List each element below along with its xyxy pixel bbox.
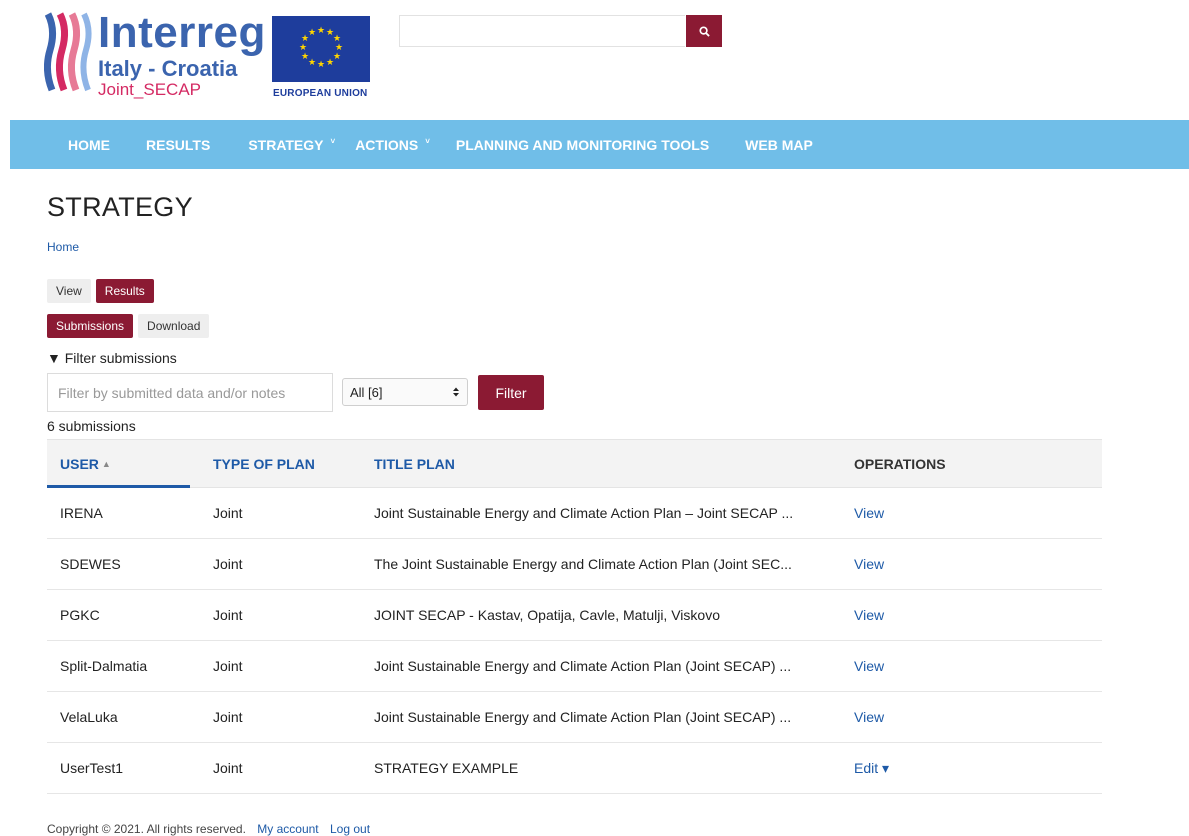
svg-text:★: ★	[333, 52, 341, 62]
cell-type: Joint	[213, 607, 243, 623]
footer-copyright: Copyright © 2021. All rights reserved.	[47, 822, 246, 836]
eu-label: EUROPEAN UNION	[273, 88, 368, 99]
nav-web-map[interactable]: WEB MAP	[745, 137, 813, 153]
svg-text:★: ★	[308, 58, 316, 68]
col-title-plan[interactable]: TITLE PLAN	[374, 456, 455, 472]
select-arrows-icon	[453, 387, 459, 397]
view-link[interactable]: View	[854, 556, 884, 572]
eu-flag-icon: ★ ★ ★ ★ ★ ★ ★ ★ ★ ★ ★ ★	[272, 16, 370, 82]
nav-home[interactable]: HOME	[68, 137, 110, 153]
logo-subtitle: Italy - Croatia	[98, 56, 238, 81]
primary-tabs: View Results	[47, 279, 154, 303]
search-button[interactable]	[686, 15, 722, 47]
cell-title: STRATEGY EXAMPLE	[374, 760, 519, 776]
logo-project: Joint_SECAP	[98, 80, 201, 99]
tab-view[interactable]: View	[47, 279, 91, 303]
nav-planning-label: PLANNING AND MONITORING TOOLS	[455, 136, 710, 153]
caret-down-icon: ˅	[425, 137, 430, 146]
cell-type: Joint	[213, 760, 243, 776]
cell-type: Joint	[213, 556, 243, 572]
page-title: STRATEGY	[47, 192, 193, 222]
edit-dropdown-link[interactable]: Edit ▾	[854, 760, 889, 777]
nav-home-label: HOME	[68, 136, 110, 153]
view-link[interactable]: View	[854, 658, 884, 674]
col-type-of-plan[interactable]: TYPE OF PLAN	[213, 456, 315, 472]
nav-actions[interactable]: ACTIONS ˅	[355, 137, 430, 153]
cell-type: Joint	[213, 658, 243, 674]
table-header: USER ▲ TYPE OF PLAN TITLE PLAN OPERATIONS	[47, 439, 1102, 488]
footer-logout-link[interactable]: Log out	[330, 822, 370, 836]
search-input[interactable]	[399, 15, 685, 47]
cell-user: VelaLuka	[60, 709, 118, 725]
view-link[interactable]: View	[854, 607, 884, 623]
filter-select-value: All [6]	[350, 384, 383, 400]
cell-user: IRENA	[60, 505, 103, 521]
table-row: SDEWES Joint The Joint Sustainable Energ…	[47, 539, 1102, 590]
tab-download[interactable]: Download	[138, 314, 210, 338]
nav-strategy-label: STRATEGY	[248, 136, 324, 153]
svg-text:★: ★	[301, 52, 309, 62]
logo-title: Interreg	[98, 8, 266, 57]
svg-text:★: ★	[317, 26, 325, 36]
svg-text:★: ★	[299, 43, 307, 53]
filter-button[interactable]: Filter	[478, 375, 544, 410]
main-nav: HOME RESULTS STRATEGY ˅ ACTIONS ˅ PLANNING…	[10, 120, 1189, 169]
table-row: PGKC Joint JOINT SECAP - Kastav, Opatija…	[47, 590, 1102, 641]
cell-title: Joint Sustainable Energy and Climate Act…	[374, 658, 792, 674]
table-row: IRENA Joint Joint Sustainable Energy and…	[47, 488, 1102, 539]
nav-results[interactable]: RESULTS	[146, 137, 210, 153]
footer: Copyright © 2021. All rights reserved. M…	[47, 822, 370, 836]
cell-title: Joint Sustainable Energy and Climate Act…	[374, 709, 792, 725]
table-row: VelaLuka Joint Joint Sustainable Energy …	[47, 692, 1102, 743]
cell-title: JOINT SECAP - Kastav, Opatija, Cavle, Ma…	[374, 607, 720, 623]
col-operations: OPERATIONS	[854, 455, 946, 472]
sort-asc-icon: ▲	[101, 458, 111, 469]
view-link[interactable]: View	[854, 709, 884, 725]
submission-count: 6 submissions	[47, 418, 136, 434]
tab-results[interactable]: Results	[95, 279, 154, 303]
filter-state-select[interactable]: All [6]	[342, 378, 468, 406]
nav-results-label: RESULTS	[146, 136, 211, 153]
tab-submissions[interactable]: Submissions	[47, 314, 134, 338]
nav-actions-label: ACTIONS	[355, 136, 419, 153]
search-icon	[698, 25, 710, 37]
nav-webmap-label: WEB MAP	[745, 136, 813, 153]
nav-strategy[interactable]: STRATEGY ˅	[248, 137, 335, 153]
table-row: UserTest1 Joint STRATEGY EXAMPLE Edit ▾	[47, 743, 1102, 794]
cell-type: Joint	[213, 709, 243, 725]
interreg-waves-icon	[44, 12, 92, 92]
filter-submissions-toggle[interactable]: ▼ Filter submissions	[47, 350, 177, 366]
svg-text:★: ★	[326, 58, 334, 68]
table-row: Split-Dalmatia Joint Joint Sustainable E…	[47, 641, 1102, 692]
footer-my-account-link[interactable]: My account	[257, 822, 318, 836]
cell-user: UserTest1	[60, 760, 124, 776]
nav-planning-tools[interactable]: PLANNING AND MONITORING TOOLS	[456, 137, 709, 153]
col-user[interactable]: USER ▲	[60, 456, 111, 472]
cell-user: PGKC	[60, 607, 100, 623]
cell-title: Joint Sustainable Energy and Climate Act…	[374, 505, 794, 521]
cell-user: SDEWES	[60, 556, 121, 572]
view-link[interactable]: View	[854, 505, 884, 521]
caret-down-icon: ˅	[330, 137, 336, 146]
cell-user: Split-Dalmatia	[60, 658, 148, 674]
cell-type: Joint	[213, 505, 243, 521]
breadcrumb-home[interactable]: Home	[47, 240, 79, 254]
svg-text:★: ★	[308, 28, 316, 38]
site-logo[interactable]: Interreg Italy - Croatia Joint_SECAP ★ ★ ★…	[44, 8, 374, 100]
svg-text:★: ★	[317, 60, 325, 70]
cell-title: The Joint Sustainable Energy and Climate…	[374, 556, 792, 572]
filter-input[interactable]: Filter by submitted data and/or notes	[47, 373, 333, 412]
secondary-tabs: Submissions Download	[47, 314, 210, 338]
submissions-table: USER ▲ TYPE OF PLAN TITLE PLAN OPERATIONS…	[47, 439, 1102, 794]
col-user-label: USER	[60, 455, 99, 472]
